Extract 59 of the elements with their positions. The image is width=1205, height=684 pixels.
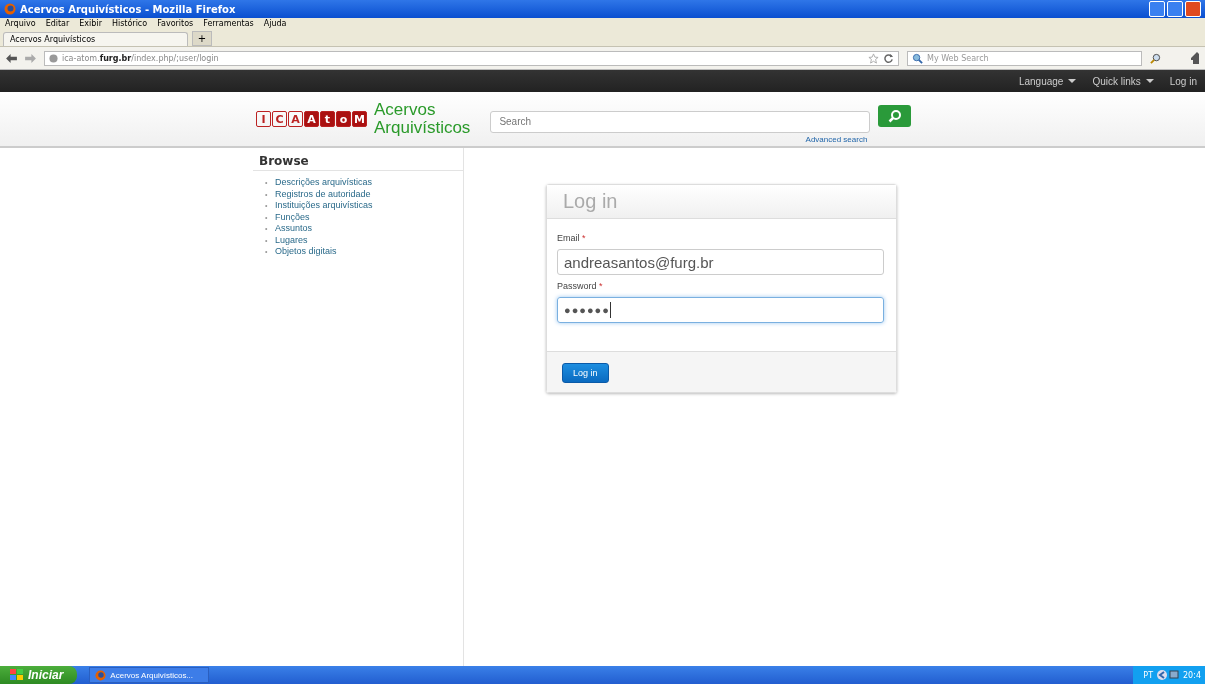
menu-item[interactable]: Exibir <box>79 19 102 28</box>
logo-letter[interactable]: A <box>288 111 303 127</box>
search-button[interactable] <box>878 104 912 127</box>
address-bar[interactable]: ica-atom.furg.br/index.php/;user/login <box>44 50 899 66</box>
menu-item[interactable]: Arquivo <box>5 19 36 28</box>
browse-link[interactable]: Objetos digitais <box>275 246 337 256</box>
login-heading: Log in <box>563 190 618 213</box>
browser-tab[interactable]: Acervos Arquivísticos <box>3 32 188 46</box>
forward-icon[interactable] <box>25 53 36 63</box>
advanced-search-link[interactable]: Advanced search <box>805 134 868 144</box>
menu-item[interactable]: Histórico <box>111 19 148 28</box>
back-icon[interactable] <box>6 53 17 63</box>
browse-link[interactable]: Instituições arquivísticas <box>275 200 373 210</box>
menu-item[interactable]: Favoritos <box>157 19 194 28</box>
window-title: Acervos Arquivísticos - Mozilla Firefox <box>20 3 236 15</box>
browse-link[interactable]: Assuntos <box>275 223 313 233</box>
input-field[interactable]: ●●●●●● <box>557 297 884 323</box>
restore-button[interactable] <box>1167 1 1183 17</box>
logo-letter[interactable]: o <box>336 111 351 127</box>
login-button[interactable]: Log in <box>562 363 609 383</box>
menu-item[interactable]: Ajuda <box>263 19 287 28</box>
menu-item[interactable]: Editar <box>45 19 70 28</box>
logo-letter[interactable]: t <box>320 111 335 127</box>
clock: 20:4 <box>1183 670 1201 680</box>
start-button[interactable]: Iniciar <box>0 666 78 684</box>
browse-heading: Browse <box>253 148 463 171</box>
browse-link[interactable]: Funções <box>275 211 310 222</box>
minimize-button[interactable] <box>1149 1 1165 17</box>
url-text: ica-atom.furg.br/index.php/;user/login <box>62 53 219 63</box>
logo-letter[interactable]: I <box>256 111 271 127</box>
top-nav-link[interactable]: Log in <box>1169 75 1197 87</box>
field-label: Email * <box>557 233 587 243</box>
reload-icon[interactable] <box>883 52 894 64</box>
search-icon <box>912 52 923 64</box>
browser-icon <box>4 3 16 15</box>
close-button[interactable] <box>1185 1 1201 17</box>
browse-link[interactable]: Lugares <box>275 234 308 245</box>
input-field[interactable]: andreasantos@furg.br <box>557 249 884 275</box>
search-icon <box>887 108 902 123</box>
search-icon[interactable] <box>1150 52 1161 64</box>
caret-icon <box>1145 79 1154 83</box>
windows-logo-icon <box>10 669 24 681</box>
search-field[interactable]: Search <box>490 110 871 133</box>
top-nav-link[interactable]: Quick links <box>1092 75 1154 87</box>
taskbar-item[interactable]: Acervos Arquivísticos... <box>89 667 210 683</box>
menu-item[interactable]: Ferramentas <box>203 19 254 28</box>
browse-link[interactable]: Descrições arquivísticas <box>275 177 373 187</box>
logo-letter[interactable]: C <box>272 111 287 127</box>
site-name[interactable]: Acervos Arquivísticos <box>374 101 471 137</box>
star-icon[interactable] <box>868 52 879 64</box>
top-nav-link[interactable]: Language <box>1018 75 1077 87</box>
browse-link[interactable]: Registros de autoridade <box>275 188 371 199</box>
logo-letter[interactable]: A <box>304 111 319 127</box>
caret-icon <box>1068 79 1077 83</box>
logo-letter[interactable]: M <box>352 111 367 127</box>
new-tab-button[interactable]: + <box>192 31 212 46</box>
browser-icon <box>95 669 107 681</box>
field-label: Password * <box>557 281 604 291</box>
tray-icons-drawing[interactable] <box>1157 669 1180 681</box>
